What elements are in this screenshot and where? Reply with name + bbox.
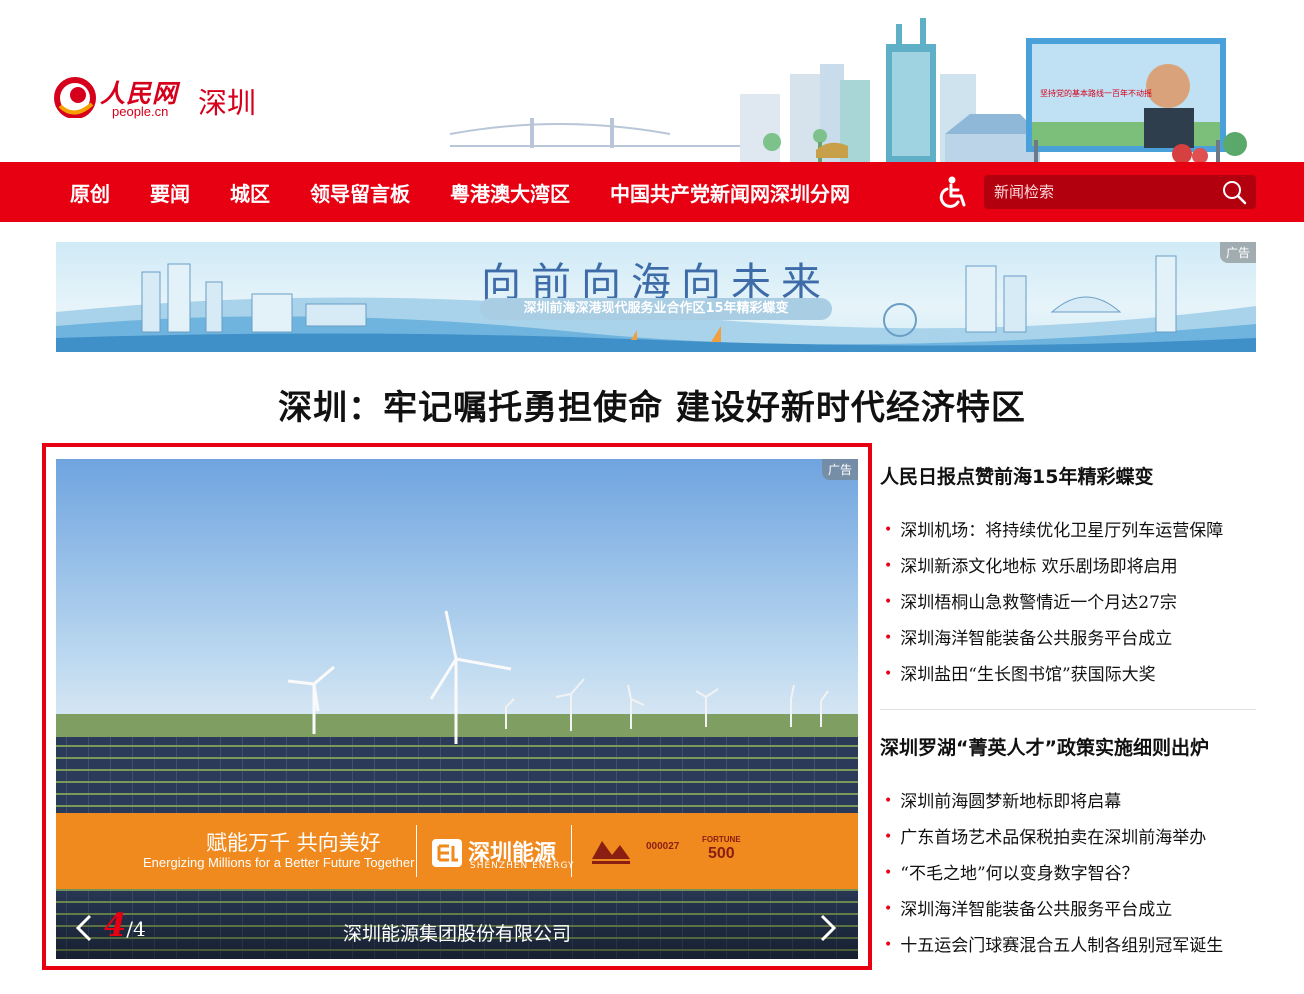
- billboard-text: 坚持党的基本路线一百年不动摇: [1040, 88, 1152, 98]
- slide-caption[interactable]: 深圳能源集团股份有限公司: [56, 919, 858, 946]
- news-item-title: 十五运会门球赛混合五人制各组别冠军诞生: [900, 936, 1224, 956]
- news-item[interactable]: • 广东首场艺术品保税拍卖在深圳前海举办: [884, 823, 1206, 848]
- carousel-highlight-frame: 广告 赋能万千 共向美好 Energizing Millions for a B…: [42, 443, 872, 970]
- city-name: 深圳: [198, 86, 257, 120]
- news-item-title: 深圳新添文化地标 欢乐剧场即将启用: [900, 557, 1178, 577]
- stock-code: 000027: [646, 841, 680, 852]
- site-logo[interactable]: 人民网 people.cn 深圳: [54, 74, 264, 124]
- nav-item-cpc-news-shenzhen[interactable]: 中国共产党新闻网深圳分网: [610, 178, 850, 207]
- promo-divider: [571, 825, 572, 877]
- promo-slogan-en: Energizing Millions for a Better Future …: [143, 855, 415, 870]
- banner-subtitle: 深圳前海深港现代服务业合作区15年精彩蝶变: [480, 298, 832, 320]
- news-item[interactable]: • 深圳盐田“生长图书馆”获国际大奖: [884, 660, 1156, 685]
- slide-current: 4: [104, 906, 127, 944]
- bullet-icon: •: [884, 558, 893, 574]
- city-skyline-illustration: 坚持党的基本路线一百年不动摇: [449, 18, 1247, 164]
- nav-item-headlines[interactable]: 要闻: [150, 178, 190, 207]
- bullet-icon: •: [884, 829, 893, 845]
- promo-divider: [416, 825, 417, 877]
- people-logo-icon: [54, 77, 96, 118]
- bullet-icon: •: [884, 594, 893, 610]
- logo-domain: people.cn: [112, 104, 169, 119]
- news-item-title: “不毛之地”何以变身数字智谷？: [900, 864, 1139, 884]
- news-item[interactable]: • “不毛之地”何以变身数字智谷？: [884, 859, 1139, 884]
- news-headline[interactable]: 深圳罗湖“菁英人才”政策实施细则出炉: [880, 733, 1209, 760]
- nav-item-greater-bay-area[interactable]: 粤港澳大湾区: [450, 178, 570, 207]
- search-icon[interactable]: [1220, 178, 1248, 206]
- slide-separator: /: [126, 917, 134, 941]
- nav-item-districts[interactable]: 城区: [230, 178, 270, 207]
- chevron-left-icon[interactable]: [72, 913, 96, 943]
- news-item-title: 广东首场艺术品保税拍卖在深圳前海举办: [900, 828, 1207, 848]
- image-carousel[interactable]: 广告 赋能万千 共向美好 Energizing Millions for a B…: [56, 459, 858, 959]
- bullet-icon: •: [884, 865, 893, 881]
- page-headline[interactable]: 深圳：牢记嘱托勇担使命 建设好新时代经济特区: [0, 380, 1304, 429]
- fortune-500-badge: FORTUNE 500: [702, 835, 741, 863]
- news-item[interactable]: • 深圳海洋智能装备公共服务平台成立: [884, 895, 1172, 920]
- bullet-icon: •: [884, 793, 893, 809]
- ad-label: 广告: [1219, 242, 1256, 263]
- news-divider: [880, 709, 1256, 710]
- news-item[interactable]: • 深圳机场：将持续优化卫星厅列车运营保障: [884, 516, 1223, 541]
- anniversary-badge-icon: [592, 841, 630, 864]
- news-item[interactable]: • 深圳前海圆梦新地标即将启幕: [884, 787, 1121, 812]
- news-item-title: 深圳前海圆梦新地标即将启幕: [900, 792, 1122, 812]
- news-item-title: 深圳海洋智能装备公共服务平台成立: [900, 900, 1173, 920]
- site-header: 人民网 people.cn 深圳 坚持党的基本路线一百年不动摇: [0, 0, 1304, 164]
- nav-item-original[interactable]: 原创: [70, 178, 110, 207]
- news-search: [984, 175, 1256, 209]
- news-item-title: 深圳盐田“生长图书馆”获国际大奖: [900, 665, 1156, 685]
- promo-strip: 赋能万千 共向美好 Energizing Millions for a Bett…: [56, 813, 858, 889]
- ad-label: 广告: [821, 459, 858, 480]
- shenzhen-energy-logo-icon: [432, 839, 462, 867]
- slide-total: 4: [133, 917, 146, 941]
- bullet-icon: •: [884, 937, 893, 953]
- news-headline[interactable]: 人民日报点赞前海15年精彩蝶变: [880, 462, 1153, 489]
- news-item-title: 深圳梧桐山急救警情近一个月达27宗: [900, 593, 1177, 613]
- search-input[interactable]: [984, 175, 1214, 209]
- promo-slogan: 赋能万千 共向美好: [206, 831, 381, 855]
- slide-counter: 4/4: [104, 906, 146, 944]
- news-item[interactable]: • 十五运会门球赛混合五人制各组别冠军诞生: [884, 931, 1223, 956]
- nav-item-leader-message-board[interactable]: 领导留言板: [310, 178, 410, 207]
- news-item-title: 深圳海洋智能装备公共服务平台成立: [900, 629, 1173, 649]
- news-item-title: 深圳机场：将持续优化卫星厅列车运营保障: [900, 521, 1224, 541]
- bullet-icon: •: [884, 522, 893, 538]
- wheelchair-icon[interactable]: [936, 174, 972, 210]
- bullet-icon: •: [884, 630, 893, 646]
- chevron-right-icon[interactable]: [816, 913, 840, 943]
- bullet-icon: •: [884, 901, 893, 917]
- fortune-label: FORTUNE: [702, 835, 741, 844]
- ad-banner[interactable]: 向前向海向未来 深圳前海深港现代服务业合作区15年精彩蝶变 广告: [56, 242, 1256, 352]
- brand-name-en: SHENZHEN ENERGY: [470, 861, 575, 871]
- news-item[interactable]: • 深圳海洋智能装备公共服务平台成立: [884, 624, 1172, 649]
- fortune-500-number: 500: [707, 845, 735, 862]
- bullet-icon: •: [884, 666, 893, 682]
- nav-list: 原创 要闻 城区 领导留言板 粤港澳大湾区 中国共产党新闻网深圳分网: [70, 162, 890, 222]
- news-item[interactable]: • 深圳梧桐山急救警情近一个月达27宗: [884, 588, 1177, 613]
- news-item[interactable]: • 深圳新添文化地标 欢乐剧场即将启用: [884, 552, 1178, 577]
